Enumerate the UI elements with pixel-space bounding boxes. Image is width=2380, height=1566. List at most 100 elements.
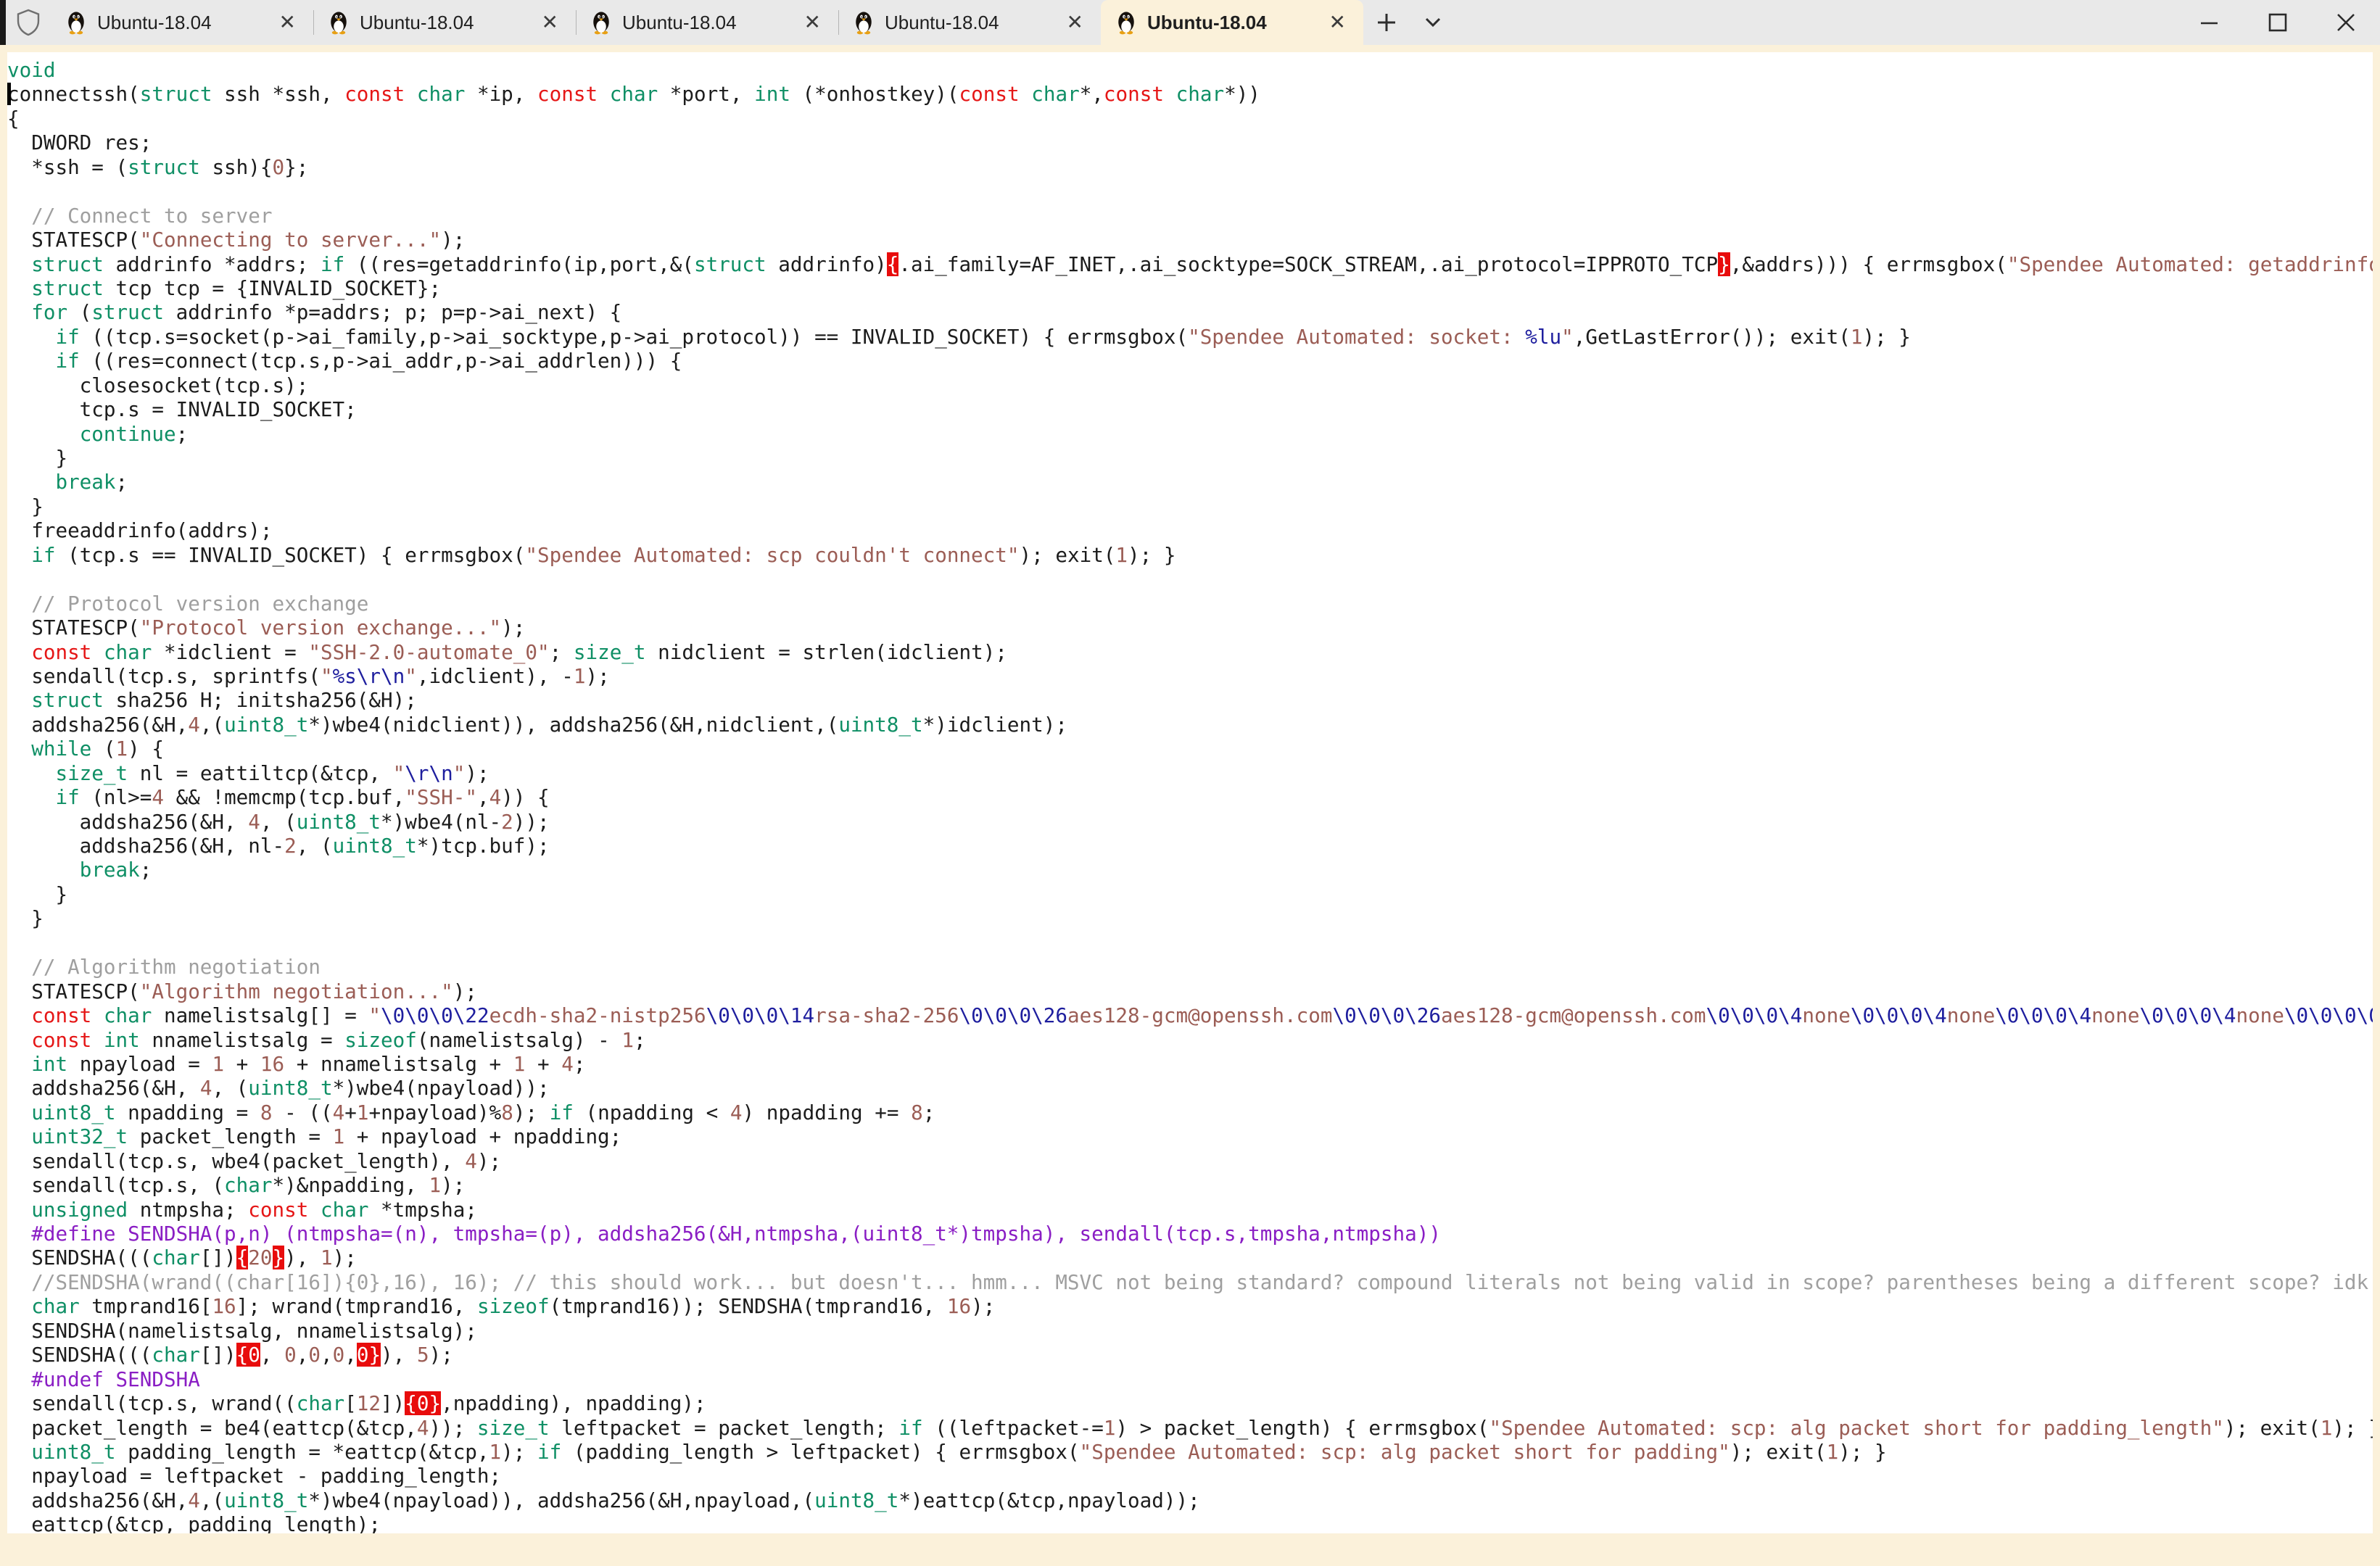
code-segment: ); — [971, 1294, 995, 1318]
code-segment — [7, 543, 31, 567]
code-line: connectssh(struct ssh *ssh, const char *… — [7, 82, 2373, 106]
code-segment: sizeof — [344, 1028, 417, 1052]
code-segment: addsha256(&H, — [7, 810, 248, 834]
code-segment: "Spendee Automated: scp: alg packet shor… — [1489, 1416, 2223, 1440]
code-segment: 1 — [357, 1101, 369, 1124]
code-segment: , — [477, 785, 489, 809]
code-segment: break — [80, 858, 140, 882]
code-segment: packet_length = — [128, 1124, 332, 1148]
code-segment: char — [417, 82, 465, 106]
code-segment: + — [224, 1052, 260, 1076]
code-segment: (tcp.s == INVALID_SOCKET) { errmsgbox( — [55, 543, 525, 567]
code-segment — [91, 1003, 104, 1027]
tux-penguin-icon — [590, 9, 612, 36]
code-segment: rsa-sha2-256 — [814, 1003, 959, 1027]
new-tab-button[interactable] — [1363, 0, 1410, 45]
tab-close-icon[interactable]: ✕ — [1062, 11, 1088, 34]
code-segment: \0\0\0\4 — [2140, 1003, 2236, 1027]
code-segment: tmprand16[ — [80, 1294, 212, 1318]
code-line: if (tcp.s == INVALID_SOCKET) { errmsgbox… — [7, 543, 2373, 567]
terminal-tab[interactable]: Ubuntu-18.04 ✕ — [51, 0, 313, 45]
code-segment: ) { — [128, 737, 164, 761]
code-segment: struct — [31, 276, 104, 300]
code-segment: const — [31, 1028, 91, 1052]
code-segment: if — [55, 349, 79, 373]
code-segment: 4 — [188, 1488, 200, 1512]
code-segment: , — [297, 1343, 309, 1367]
tab-title: Ubuntu-18.04 — [97, 12, 212, 34]
code-segment: } — [7, 446, 67, 470]
code-segment — [7, 1028, 31, 1052]
code-segment: "SSH-2.0-automate_0" — [308, 640, 549, 664]
code-segment: ( — [67, 300, 91, 324]
code-segment: for — [31, 300, 67, 324]
code-line: sendall(tcp.s, wrand((char[12]){0},npadd… — [7, 1391, 2373, 1415]
code-line: *ssh = (struct ssh){0}; — [7, 155, 2373, 179]
code-segment: addrinfo) — [767, 252, 887, 276]
code-segment — [7, 252, 31, 276]
code-segment — [7, 1124, 31, 1148]
code-line: SENDSHA(((char[]){0, 0,0,0,0}), 5); — [7, 1343, 2373, 1367]
code-segment: uint8_t — [297, 810, 381, 834]
code-segment: ) > packet_length) { errmsgbox( — [1115, 1416, 1489, 1440]
code-segment — [1164, 82, 1176, 106]
code-line: struct tcp tcp = {INVALID_SOCKET}; — [7, 276, 2373, 300]
terminal-tab[interactable]: Ubuntu-18.04 ✕ — [576, 0, 838, 45]
code-segment: uint8_t — [31, 1440, 115, 1464]
code-segment: freeaddrinfo(addrs); — [7, 518, 272, 542]
code-segment: " — [405, 664, 417, 688]
code-segment: + — [344, 1101, 357, 1124]
code-segment: 0} — [357, 1343, 381, 1367]
code-segment: ; — [634, 1028, 646, 1052]
code-segment: - (( — [273, 1101, 333, 1124]
code-segment: SENDSHA((( — [7, 1246, 152, 1269]
maximize-button[interactable] — [2244, 0, 2312, 45]
terminal-buffer[interactable]: voidconnectssh(struct ssh *ssh, const ch… — [7, 52, 2373, 1533]
code-line: tcp.s = INVALID_SOCKET; — [7, 397, 2373, 421]
code-segment: 5 — [417, 1343, 429, 1367]
minimize-button[interactable] — [2176, 0, 2244, 45]
code-segment: ); } — [1128, 543, 1175, 567]
code-segment: uint8_t — [224, 1488, 308, 1512]
tab-close-icon[interactable]: ✕ — [537, 11, 563, 34]
tab-title: Ubuntu-18.04 — [622, 12, 737, 34]
code-segment: *tmpsha; — [368, 1198, 477, 1222]
code-segment: " — [368, 1003, 381, 1027]
code-segment: aes128-gcm@openssh.com — [1067, 1003, 1332, 1027]
terminal-tab[interactable]: Ubuntu-18.04 ✕ — [313, 0, 576, 45]
code-segment: if — [550, 1101, 574, 1124]
code-segment: uint32_t — [31, 1124, 128, 1148]
code-segment: ssh *ssh, — [212, 82, 344, 106]
code-segment: size_t — [477, 1416, 550, 1440]
code-segment: 1 — [321, 1246, 333, 1269]
code-segment: size_t — [55, 761, 128, 785]
close-window-button[interactable] — [2312, 0, 2380, 45]
code-line: uint8_t npadding = 8 - ((4+1+npayload)%8… — [7, 1101, 2373, 1124]
code-segment: \0\0\0\26 — [1332, 1003, 1441, 1027]
code-segment: { — [887, 252, 899, 276]
code-line: #define SENDSHA(p,n) (ntmpsha=(n), tmpsh… — [7, 1222, 2373, 1246]
code-segment: npayload = leftpacket - padding_length; — [7, 1464, 501, 1488]
code-segment: "Spendee Automated: getaddrinfo scp: — [2007, 252, 2373, 276]
code-segment: addsha256(&H, — [7, 1076, 200, 1100]
code-segment: %s\r\n — [333, 664, 405, 688]
code-segment: addsha256(&H, — [7, 713, 188, 737]
terminal-tab[interactable]: Ubuntu-18.04 ✕ — [1101, 0, 1363, 45]
code-segment: \0\0\0\26 — [959, 1003, 1067, 1027]
terminal-tab[interactable]: Ubuntu-18.04 ✕ — [838, 0, 1101, 45]
tab-close-icon[interactable]: ✕ — [275, 11, 300, 34]
chevron-down-icon — [1424, 16, 1442, 29]
code-segment: + npayload + npadding; — [344, 1124, 621, 1148]
code-segment — [91, 1028, 104, 1052]
code-segment — [7, 858, 80, 882]
code-segment: STATESCP( — [7, 979, 140, 1003]
code-segment: + nnamelistsalg + — [284, 1052, 513, 1076]
code-line: addsha256(&H, 4, (uint8_t*)wbe4(npayload… — [7, 1076, 2373, 1100]
tab-dropdown-button[interactable] — [1410, 0, 1456, 45]
tab-close-icon[interactable]: ✕ — [1325, 11, 1350, 34]
tab-close-icon[interactable]: ✕ — [800, 11, 825, 34]
code-segment: ); exit( — [1020, 543, 1116, 567]
code-segment: 8 — [911, 1101, 923, 1124]
code-line: // Protocol version exchange — [7, 592, 2373, 616]
tab-title: Ubuntu-18.04 — [360, 12, 474, 34]
